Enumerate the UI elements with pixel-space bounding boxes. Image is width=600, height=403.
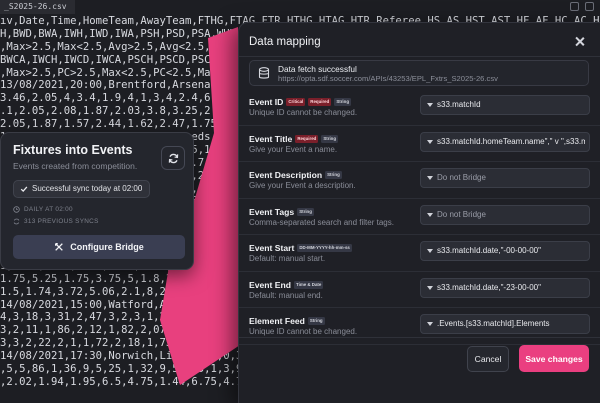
- close-icon[interactable]: [574, 36, 586, 48]
- mapping-value: .Events.[s33.matchId].Elements: [437, 319, 550, 328]
- mapping-row: Event Description String Give your Event a…: [239, 162, 600, 199]
- refresh-icon: [168, 153, 178, 163]
- chevron-down-icon: [427, 249, 433, 253]
- mapping-row: Event Start DD-MM-YYYY-hh-mm-ss Default: m…: [239, 235, 600, 272]
- field-tag: String: [321, 134, 339, 143]
- check-icon: [20, 186, 28, 193]
- field-description: Comma-separated search and filter tags.: [249, 217, 394, 227]
- data-mapping-panel: Data mapping Data fetch successful https…: [238, 22, 600, 403]
- save-changes-button[interactable]: Save changes: [519, 345, 589, 372]
- mapping-value: s33.matchId.homeTeam.name"," v ",s33.m: [437, 136, 585, 146]
- previous-syncs-text: 313 PREVIOUS SYNCS: [24, 218, 99, 225]
- editor-window-controls: [570, 2, 594, 11]
- schedule-info: DAILY AT 02:00: [13, 206, 73, 213]
- field-tag: String: [325, 171, 342, 179]
- chevron-down-icon: [427, 176, 433, 180]
- chevron-down-icon: [427, 322, 433, 326]
- field-tag: Required: [308, 98, 332, 106]
- field-tag: String: [334, 98, 351, 106]
- field-name: Event End: [249, 279, 292, 290]
- mapping-row: Event End Time & Date Default: manual end.…: [239, 272, 600, 308]
- field-tag: String: [307, 317, 325, 325]
- previous-syncs-info: 313 PREVIOUS SYNCS: [13, 218, 99, 225]
- fixtures-title: Fixtures into Events: [13, 143, 133, 157]
- mapping-select[interactable]: Do not Bridge: [420, 204, 590, 225]
- sync-status-text: Successful sync today at 02:00: [32, 184, 143, 193]
- field-tag: Critical: [286, 98, 306, 106]
- schedule-text: DAILY AT 02:00: [24, 206, 73, 213]
- field-description: Unique ID cannot be changed.: [249, 327, 358, 336]
- field-label: Element Feed String: [249, 316, 325, 326]
- field-description: Give your Event a name.: [249, 144, 338, 154]
- mapping-value: s33.matchId.date,"-00-00-00": [437, 246, 541, 255]
- field-description: Default: manual start.: [249, 254, 326, 263]
- sync-icon: [13, 218, 20, 225]
- fetch-title: Data fetch successful: [278, 64, 357, 74]
- editor-tab-label: _S2025-26.csv: [4, 2, 67, 11]
- configure-bridge-button[interactable]: Configure Bridge: [13, 235, 185, 259]
- mapping-value: Do not Bridge: [437, 173, 486, 182]
- fetch-url[interactable]: https://opta.sdf.soccer.com/APIs/43253/E…: [278, 74, 498, 83]
- mapping-select[interactable]: s33.matchId: [420, 95, 590, 115]
- field-description: Give your Event a description.: [249, 181, 356, 190]
- field-name: Event Tags: [249, 206, 295, 217]
- fixtures-subtitle: Events created from competition.: [13, 161, 138, 171]
- field-label: Event Title Required String: [249, 133, 339, 144]
- field-name: Event Start: [249, 243, 295, 253]
- cancel-button[interactable]: Cancel: [467, 346, 509, 372]
- refresh-button[interactable]: [161, 146, 185, 170]
- configure-bridge-label: Configure Bridge: [70, 242, 144, 252]
- chevron-down-icon: [427, 103, 433, 107]
- window-icon[interactable]: [570, 2, 579, 11]
- sync-status-badge: Successful sync today at 02:00: [13, 180, 151, 198]
- chevron-down-icon: [427, 139, 433, 144]
- field-tag: DD-MM-YYYY-hh-mm-ss: [297, 244, 352, 252]
- field-description: Default: manual end.: [249, 290, 323, 300]
- field-label: Event Tags String: [249, 207, 314, 217]
- mapping-select[interactable]: Do not Bridge: [420, 168, 590, 188]
- mapping-row: Element Feed String Unique ID cannot be ch…: [239, 308, 600, 345]
- divider: [239, 337, 600, 338]
- mapping-select[interactable]: s33.matchId.homeTeam.name"," v ",s33.m: [420, 131, 590, 152]
- mapping-select[interactable]: s33.matchId.date,"-23-00-00": [420, 277, 590, 298]
- mapping-row: Event ID Critical Required String Unique ID …: [239, 89, 600, 126]
- field-tag: Required: [295, 134, 319, 143]
- database-icon: [258, 67, 270, 79]
- field-label: Event ID Critical Required String: [249, 97, 351, 107]
- fetch-status: Data fetch successful https://opta.sdf.s…: [249, 60, 589, 86]
- field-description: Unique ID cannot be changed.: [249, 108, 358, 117]
- mapping-value: Do not Bridge: [437, 209, 486, 219]
- field-label: Event Start DD-MM-YYYY-hh-mm-ss: [249, 243, 352, 253]
- field-label: Event Description String: [249, 170, 342, 180]
- chevron-down-icon: [427, 212, 433, 217]
- mapping-select[interactable]: s33.matchId.date,"-00-00-00": [420, 241, 590, 261]
- mapping-row: Event Tags String Comma-separated search a…: [239, 199, 600, 235]
- bridge-icon: [55, 243, 64, 251]
- editor-tab[interactable]: _S2025-26.csv: [0, 0, 75, 14]
- divider: [239, 56, 600, 57]
- panel-title: Data mapping: [249, 36, 321, 48]
- window-icon[interactable]: [585, 2, 594, 11]
- fixtures-card: Fixtures into Events Events created from…: [0, 132, 194, 270]
- field-tag: String: [297, 207, 314, 216]
- mapping-row: Event Title Required String Give your Event…: [239, 126, 600, 162]
- field-name: Event Title: [249, 133, 293, 144]
- mapping-select[interactable]: .Events.[s33.matchId].Elements: [420, 314, 590, 334]
- field-name: Element Feed: [249, 316, 305, 326]
- mapping-value: s33.matchId: [437, 100, 481, 109]
- field-label: Event End Time & Date: [249, 279, 324, 290]
- field-name: Event ID: [249, 97, 284, 107]
- field-name: Event Description: [249, 170, 323, 180]
- mapping-rows: Event ID Critical Required String Unique ID …: [239, 89, 600, 345]
- clock-icon: [13, 206, 20, 213]
- mapping-value: s33.matchId.date,"-23-00-00": [437, 282, 541, 292]
- chevron-down-icon: [427, 285, 433, 290]
- field-tag: Time & Date: [294, 280, 324, 289]
